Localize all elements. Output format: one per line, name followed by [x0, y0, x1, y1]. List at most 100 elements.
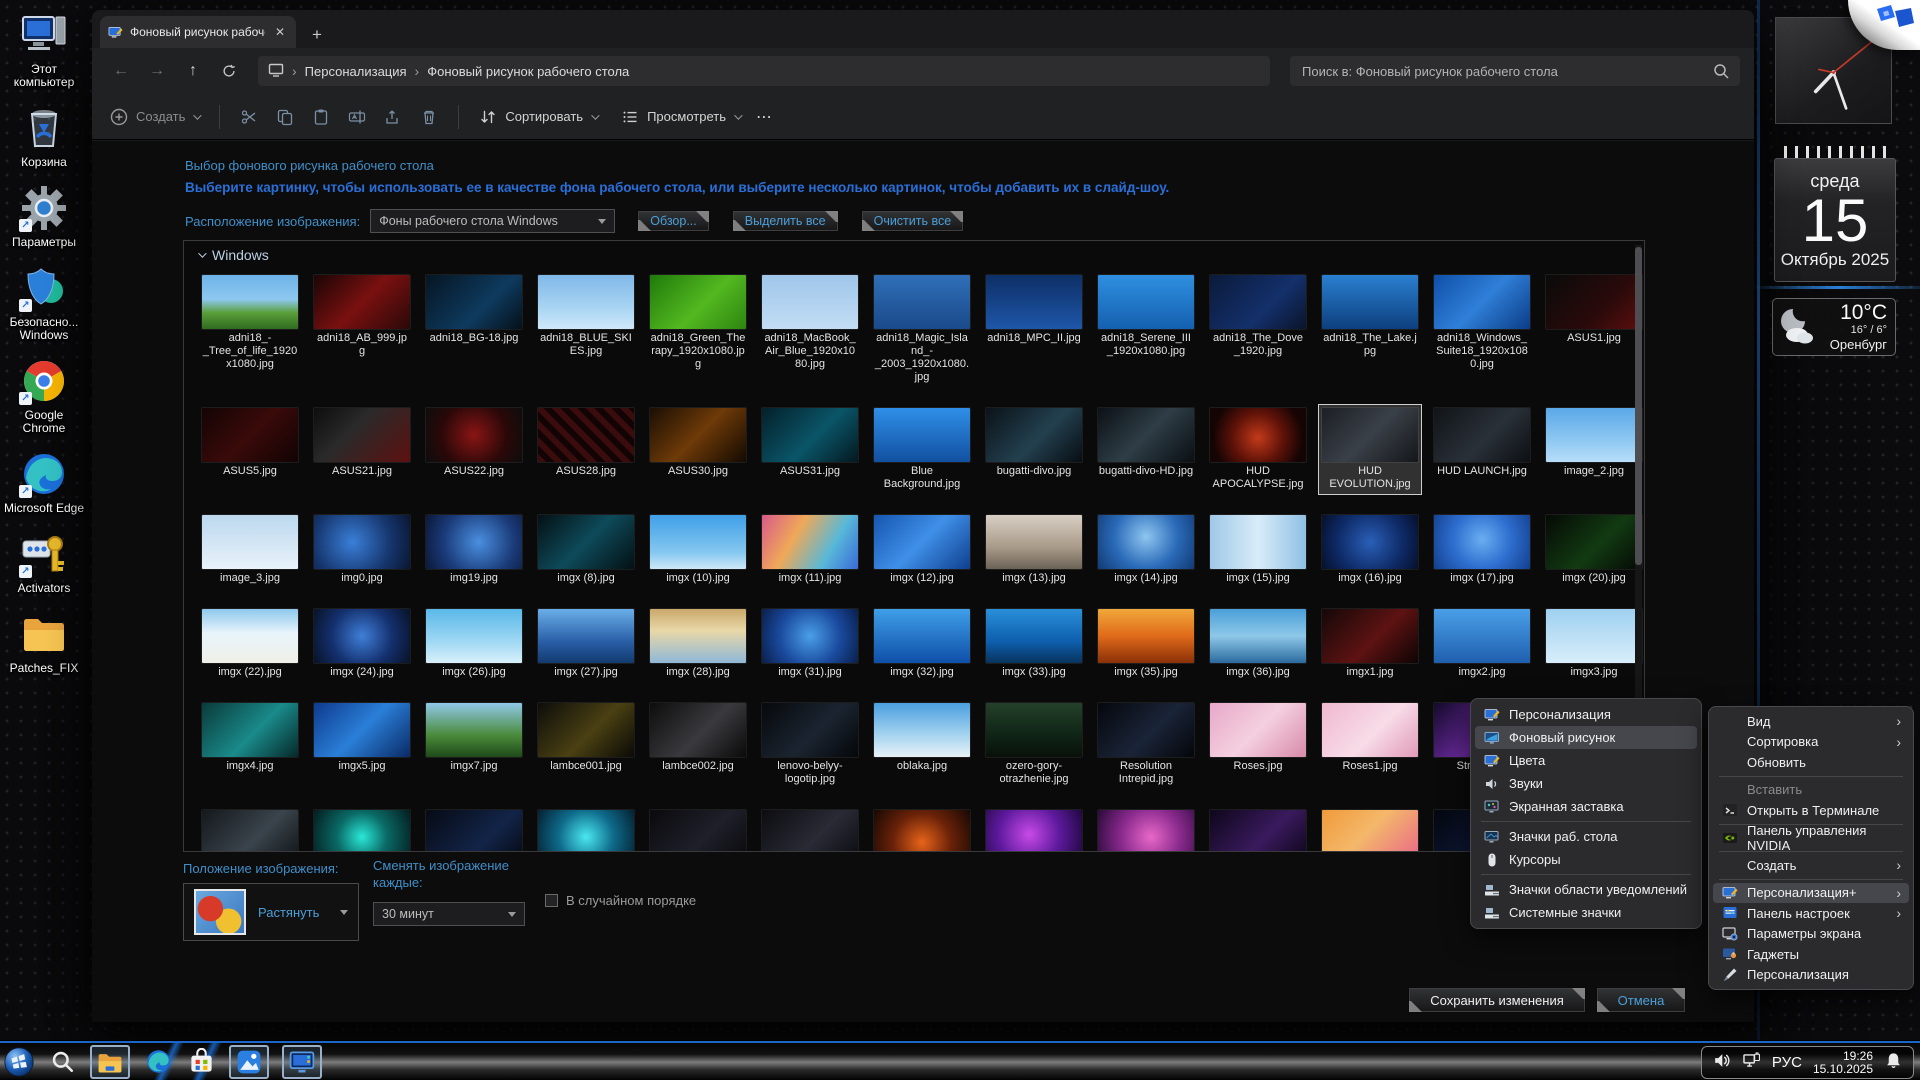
wallpaper-item[interactable]: img19.jpg	[422, 511, 526, 589]
wallpaper-item[interactable]: HUD APOCALYPSE.jpg	[1206, 404, 1310, 495]
desktop-icon-shield[interactable]: ↗Безопасно... Windows	[1, 263, 87, 342]
wallpaper-item[interactable]: image_2.jpg	[1542, 404, 1645, 495]
network-icon[interactable]	[1742, 1051, 1761, 1075]
wallpaper-item[interactable]: imgx (26).jpg	[422, 605, 526, 683]
wallpaper-item[interactable]: imgx (10).jpg	[646, 511, 750, 589]
wallpaper-item[interactable]: adni18_MacBook_Air_Blue_1920x1080.jpg	[758, 271, 862, 388]
wallpaper-item[interactable]: imgx (28).jpg	[646, 605, 750, 683]
wallpaper-item[interactable]: adni18_MPC_II.jpg	[982, 271, 1086, 388]
back-icon[interactable]: ←	[106, 56, 136, 86]
browse-button[interactable]: Обзор...	[637, 210, 710, 232]
wallpaper-item[interactable]: lambce001.jpg	[534, 699, 638, 790]
change-interval-dropdown[interactable]: 30 минут	[373, 902, 525, 926]
menu-item[interactable]: Курсоры	[1475, 848, 1697, 871]
tab-close-icon[interactable]: ✕	[272, 25, 288, 39]
wallpaper-item[interactable]: ASUS22.jpg	[422, 404, 526, 495]
wallpaper-item[interactable]: imgx (22).jpg	[198, 605, 302, 683]
position-dropdown[interactable]: Растянуть	[183, 883, 359, 941]
wallpaper-item[interactable]: imgx (33).jpg	[982, 605, 1086, 683]
select-all-button[interactable]: Выделить все	[732, 210, 839, 232]
wallpaper-item[interactable]: imgx (35).jpg	[1094, 605, 1198, 683]
cut-icon[interactable]	[240, 108, 258, 126]
wallpaper-item[interactable]: ASUS5.jpg	[198, 404, 302, 495]
wallpaper-item[interactable]	[1318, 806, 1422, 852]
wallpaper-item[interactable]: imgx1.jpg	[1318, 605, 1422, 683]
wallpaper-item[interactable]: ASUS21.jpg	[310, 404, 414, 495]
wallpaper-item[interactable]: ASUS31.jpg	[758, 404, 862, 495]
share-icon[interactable]	[384, 108, 402, 126]
desktop-icon-edge[interactable]: ↗Microsoft Edge	[1, 449, 87, 515]
menu-item[interactable]: Вставить	[1713, 780, 1909, 801]
up-icon[interactable]: ↑	[178, 56, 208, 86]
refresh-icon[interactable]	[214, 56, 244, 86]
desktop-icon-recycle-bin[interactable]: Корзина	[1, 103, 87, 169]
wallpaper-item[interactable]	[982, 806, 1086, 852]
wallpaper-item[interactable]: imgx (20).jpg	[1542, 511, 1645, 589]
new-button[interactable]: Создать	[110, 108, 199, 126]
wallpaper-item[interactable]: imgx (27).jpg	[534, 605, 638, 683]
wallpaper-item[interactable]: imgx2.jpg	[1430, 605, 1534, 683]
menu-item[interactable]: Открыть в Терминале	[1713, 800, 1909, 821]
taskbar-clock[interactable]: 19:26 15.10.2025	[1813, 1050, 1873, 1076]
wallpaper-item[interactable]: oblaka.jpg	[870, 699, 974, 790]
wallpaper-item[interactable]: imgx (16).jpg	[1318, 511, 1422, 589]
wallpaper-item[interactable]	[646, 806, 750, 852]
wallpaper-item[interactable]: bugatti-divo-HD.jpg	[1094, 404, 1198, 495]
menu-item[interactable]: Персонализация	[1713, 965, 1909, 986]
menu-item[interactable]: Вид›	[1713, 711, 1909, 732]
wallpaper-item[interactable]: ASUS28.jpg	[534, 404, 638, 495]
photos-taskbar-icon[interactable]	[229, 1045, 269, 1079]
wallpaper-item[interactable]: ozero-gory-otrazhenie.jpg	[982, 699, 1086, 790]
search-input[interactable]	[1290, 56, 1740, 86]
desktop-icon-gear[interactable]: ↗Параметры	[1, 183, 87, 249]
forward-icon[interactable]: →	[142, 56, 172, 86]
notifications-bell-icon[interactable]	[1884, 1051, 1903, 1075]
start-taskbar-icon[interactable]	[4, 1047, 34, 1077]
wallpaper-item[interactable]: adni18_Serene_III_1920x1080.jpg	[1094, 271, 1198, 388]
wallpaper-item[interactable]	[1206, 806, 1310, 852]
paste-icon[interactable]	[312, 108, 330, 126]
breadcrumb-wallpaper[interactable]: Фоновый рисунок рабочего стола	[427, 64, 629, 79]
rename-icon[interactable]	[348, 108, 366, 126]
wallpaper-item[interactable]: imgx (32).jpg	[870, 605, 974, 683]
wallpaper-item[interactable]: imgx (15).jpg	[1206, 511, 1310, 589]
wallpaper-item[interactable]: imgx5.jpg	[310, 699, 414, 790]
wallpaper-item[interactable]: image_3.jpg	[198, 511, 302, 589]
wallpaper-item[interactable]: HUD EVOLUTION.jpg	[1318, 404, 1422, 495]
wallpaper-item[interactable]: imgx (11).jpg	[758, 511, 862, 589]
store-taskbar-icon[interactable]	[186, 1047, 216, 1077]
wallpaper-item[interactable]	[310, 806, 414, 852]
wallpaper-item[interactable]: imgx (24).jpg	[310, 605, 414, 683]
wallpaper-item[interactable]: Roses.jpg	[1206, 699, 1310, 790]
menu-item[interactable]: Панель управления NVIDIA	[1713, 828, 1909, 849]
location-dropdown[interactable]: Фоны рабочего стола Windows	[370, 209, 615, 233]
wallpaper-item[interactable]	[422, 806, 526, 852]
wallpaper-item[interactable]: img0.jpg	[310, 511, 414, 589]
wallpaper-item[interactable]: imgx (14).jpg	[1094, 511, 1198, 589]
edge-taskbar-icon[interactable]	[143, 1047, 173, 1077]
wallpaper-item[interactable]	[758, 806, 862, 852]
search-taskbar-icon[interactable]	[47, 1047, 77, 1077]
menu-item[interactable]: Панель настроек›	[1713, 903, 1909, 924]
wallpaper-item[interactable]: adni18_BG-18.jpg	[422, 271, 526, 388]
desktop-icon-folder[interactable]: Patches_FIX	[1, 609, 87, 675]
group-header-windows[interactable]: Windows	[184, 241, 1644, 265]
wallpaper-item[interactable]: Roses1.jpg	[1318, 699, 1422, 790]
menu-item[interactable]: Значки области уведомлений	[1475, 878, 1697, 901]
language-indicator[interactable]: РУС	[1772, 1054, 1802, 1071]
wallpaper-item[interactable]: adni18_Green_Therapy_1920x1080.jpg	[646, 271, 750, 388]
wallpaper-item[interactable]: adni18_The_Dove_1920.jpg	[1206, 271, 1310, 388]
wallpaper-item[interactable]: imgx3.jpg	[1542, 605, 1645, 683]
wallpaper-item[interactable]	[1094, 806, 1198, 852]
wallpaper-item[interactable]: adni18_Magic_Island_-_2003_1920x1080.jpg	[870, 271, 974, 388]
menu-item[interactable]: Обновить	[1713, 752, 1909, 773]
clear-all-button[interactable]: Очистить все	[861, 210, 965, 232]
menu-item[interactable]: Экранная заставка	[1475, 795, 1697, 818]
wallpaper-item[interactable]: adni18_-_Tree_of_life_1920x1080.jpg	[198, 271, 302, 388]
wallpaper-item[interactable]	[870, 806, 974, 852]
scrollbar-thumb[interactable]	[1635, 247, 1642, 565]
wallpaper-item[interactable]: adni18_The_Lake.jpg	[1318, 271, 1422, 388]
wallpaper-item[interactable]: ASUS1.jpg	[1542, 271, 1645, 388]
wallpaper-item[interactable]: lenovo-belyy-logotip.jpg	[758, 699, 862, 790]
wallpaper-item[interactable]: imgx4.jpg	[198, 699, 302, 790]
